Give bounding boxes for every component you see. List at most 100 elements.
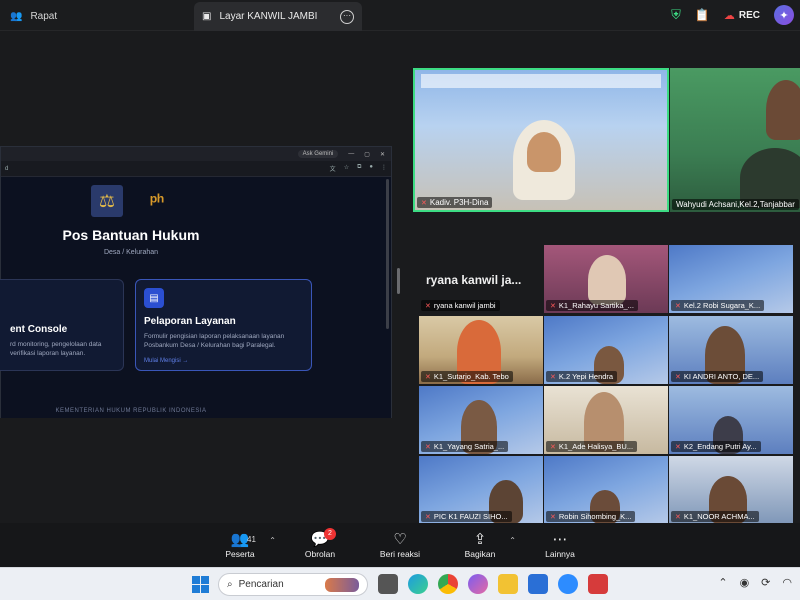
mic-off-icon: ✕ (425, 443, 431, 451)
mic-off-icon: ✕ (675, 302, 681, 310)
browser-address-bar[interactable]: d 文 ☆ ⧉ ● ⋮ (1, 161, 391, 177)
pdf-app-icon[interactable] (588, 574, 608, 594)
notes-icon[interactable]: 📋 (695, 8, 710, 22)
video-tile[interactable]: ✕ Robin Sihombing_K... (544, 456, 668, 524)
top-bar: 👥 Rapat ▣ Layar KANWIL JAMBI ··· ⛨ 📋 ☁ R… (0, 0, 800, 31)
participant-name: PIC K1 FAUZI SIHO... (433, 512, 508, 521)
chevron-up-icon[interactable]: ⌃ (509, 536, 516, 545)
page-footer: KEMENTERIAN HUKUM REPUBLIK INDONESIA (55, 408, 207, 414)
windows-start-icon[interactable] (192, 576, 209, 593)
file-explorer-icon[interactable] (498, 574, 518, 594)
share-label: Bagikan (464, 549, 496, 559)
video-tile[interactable]: ✕ KI ANDRI ANTO, DE... (669, 316, 793, 384)
chevron-up-icon[interactable]: ⌃ (718, 576, 727, 589)
video-tile[interactable]: ✕ K1_Sutarjo_Kab. Tebo (419, 316, 543, 384)
participant-name: Kadiv. P3H-Dina (429, 198, 489, 207)
tile-name-label: ✕ K.2 Yepi Hendra (546, 371, 618, 382)
report-card-desc: Formulir pengisian laporan pelaksanaan l… (144, 332, 303, 350)
share-button[interactable]: ⇪ Bagikan ⌃ (454, 523, 516, 567)
copilot-icon[interactable] (468, 574, 488, 594)
tile-name-label: ✕ Robin Sihombing_K... (546, 511, 636, 522)
participant-name: KI ANDRI ANTO, DE... (683, 372, 760, 381)
video-tile[interactable]: ✕ K.2 Yepi Hendra (544, 316, 668, 384)
mic-off-icon: ✕ (675, 443, 681, 451)
web-page: ⚖ ᵖʰ Pos Bantuan Hukum Desa / Kelurahan … (0, 177, 391, 418)
participant-name: ryana kanwil jambi (433, 301, 496, 310)
meeting-app: 👥 Rapat ▣ Layar KANWIL JAMBI ··· ⛨ 📋 ☁ R… (0, 0, 800, 567)
search-highlight-icon (325, 577, 359, 592)
arrow-right-icon: → (182, 358, 189, 364)
react-button[interactable]: ♡ Beri reaksi (374, 523, 426, 567)
video-tile[interactable]: ✕ K1_Rahayu Sartika_... (544, 245, 668, 313)
store-icon[interactable] (528, 574, 548, 594)
event-banner (421, 74, 661, 88)
video-tile[interactable]: ✕ PIC K1 FAUZI SIHO... (419, 456, 543, 524)
video-tile[interactable]: ✕ K1_NOOR ACHMA... (669, 456, 793, 524)
console-desc-line2: verifikasi laporan layanan. (10, 350, 86, 357)
video-tile[interactable]: ✕ K1_Ade Halisya_BU... (544, 386, 668, 454)
recording-indicator[interactable]: ☁ REC (724, 9, 760, 22)
tab-meeting-label: Rapat (30, 10, 58, 22)
video-tile[interactable]: ✕ K1_Yayang Satria_... (419, 386, 543, 454)
heart-icon: ♡ (393, 531, 407, 548)
participants-button[interactable]: 👥 41 Peserta ⌃ (214, 523, 276, 567)
ask-gemini-button[interactable]: Ask Gemini (297, 150, 339, 158)
more-button[interactable]: ⋯ Lainnya (534, 523, 586, 567)
video-tile[interactable]: ✕ ryana kanwil jambi (419, 245, 543, 313)
split-divider-handle[interactable] (397, 268, 400, 294)
react-label: Beri reaksi (379, 549, 421, 559)
network-icon[interactable]: ◉ (740, 576, 750, 589)
top-right-controls: ⛨ 📋 ☁ REC ✦ (671, 4, 794, 26)
shared-screen: Ask Gemini — ▢ ✕ d 文 ☆ ⧉ ● ⋮ ⚖ ᵖʰ Pos Ba… (0, 146, 392, 418)
mic-off-icon: ✕ (550, 513, 556, 521)
task-view-icon[interactable] (378, 574, 398, 594)
video-tile-active-speaker[interactable]: ✕ Kadiv. P3H-Dina (413, 68, 669, 212)
maximize-icon[interactable]: ▢ (364, 151, 370, 158)
console-card[interactable]: ent Console rd monitoring, pengelolaan d… (0, 279, 124, 371)
report-card[interactable]: ▤ Pelaporan Layanan Formulir pengisian l… (135, 279, 312, 371)
participants-label: Peserta (225, 549, 255, 559)
mic-off-icon: ✕ (421, 199, 427, 207)
console-desc-line1: rd monitoring, pengelolaan data (10, 341, 102, 348)
more-options-icon[interactable]: ··· (340, 9, 354, 24)
shield-icon[interactable]: ⛨ (671, 7, 681, 23)
mic-off-icon: ✕ (425, 302, 431, 310)
tab-share-label: Layar KANWIL JAMBI (219, 11, 318, 22)
mic-off-icon: ✕ (550, 443, 556, 451)
tab-shared-screen[interactable]: ▣ Layar KANWIL JAMBI ··· (194, 2, 362, 31)
video-tile[interactable]: ✕ Kel.2 Robi Sugara_K... (669, 245, 793, 313)
star-icon[interactable]: ☆ (344, 164, 349, 173)
ai-companion-icon[interactable]: ✦ (774, 5, 794, 25)
tile-name-label: ✕ Kadiv. P3H-Dina (417, 197, 493, 208)
chat-button[interactable]: 💬 2 Obrolan (294, 523, 346, 567)
page-subtitle: Desa / Kelurahan (103, 249, 159, 256)
video-tile[interactable]: Wahyudi Achsani,Kel.2,Tanjabbar (670, 68, 800, 212)
zoom-icon[interactable] (558, 574, 578, 594)
start-filling-label: Mulai Mengisi (144, 358, 181, 364)
page-scrollbar[interactable] (386, 179, 389, 329)
translate-icon[interactable]: 文 (330, 164, 336, 173)
video-tile[interactable]: ✕ K2_Endang Putri Ay... (669, 386, 793, 454)
page-title: Pos Bantuan Hukum (62, 227, 200, 243)
participant-face (527, 132, 561, 172)
taskbar-search[interactable]: ⌕ Pencarian (218, 573, 368, 596)
profile-icon[interactable]: ● (369, 164, 373, 173)
chrome-icon[interactable] (438, 574, 458, 594)
tile-name-label: ✕ K1_Yayang Satria_... (421, 441, 509, 452)
extensions-icon[interactable]: ⧉ (357, 164, 361, 173)
participant-name: Wahyudi Achsani,Kel.2,Tanjabbar (676, 200, 795, 209)
menu-icon[interactable]: ⋮ (381, 164, 387, 173)
minimize-icon[interactable]: — (348, 151, 354, 157)
edge-icon[interactable] (408, 574, 428, 594)
participant-video (766, 80, 800, 140)
chevron-up-icon[interactable]: ⌃ (269, 536, 276, 545)
start-filling-link[interactable]: Mulai Mengisi → (144, 358, 303, 364)
mic-off-icon: ✕ (550, 302, 556, 310)
tab-meeting[interactable]: 👥 Rapat (10, 5, 57, 27)
system-tray: ⌃ ◉ ⟳ ◠ (718, 576, 792, 589)
search-icon: ⌕ (227, 579, 233, 590)
sync-icon[interactable]: ⟳ (761, 576, 770, 589)
wifi-icon[interactable]: ◠ (782, 576, 792, 589)
close-icon[interactable]: ✕ (380, 151, 385, 158)
rec-label: REC (738, 9, 760, 21)
